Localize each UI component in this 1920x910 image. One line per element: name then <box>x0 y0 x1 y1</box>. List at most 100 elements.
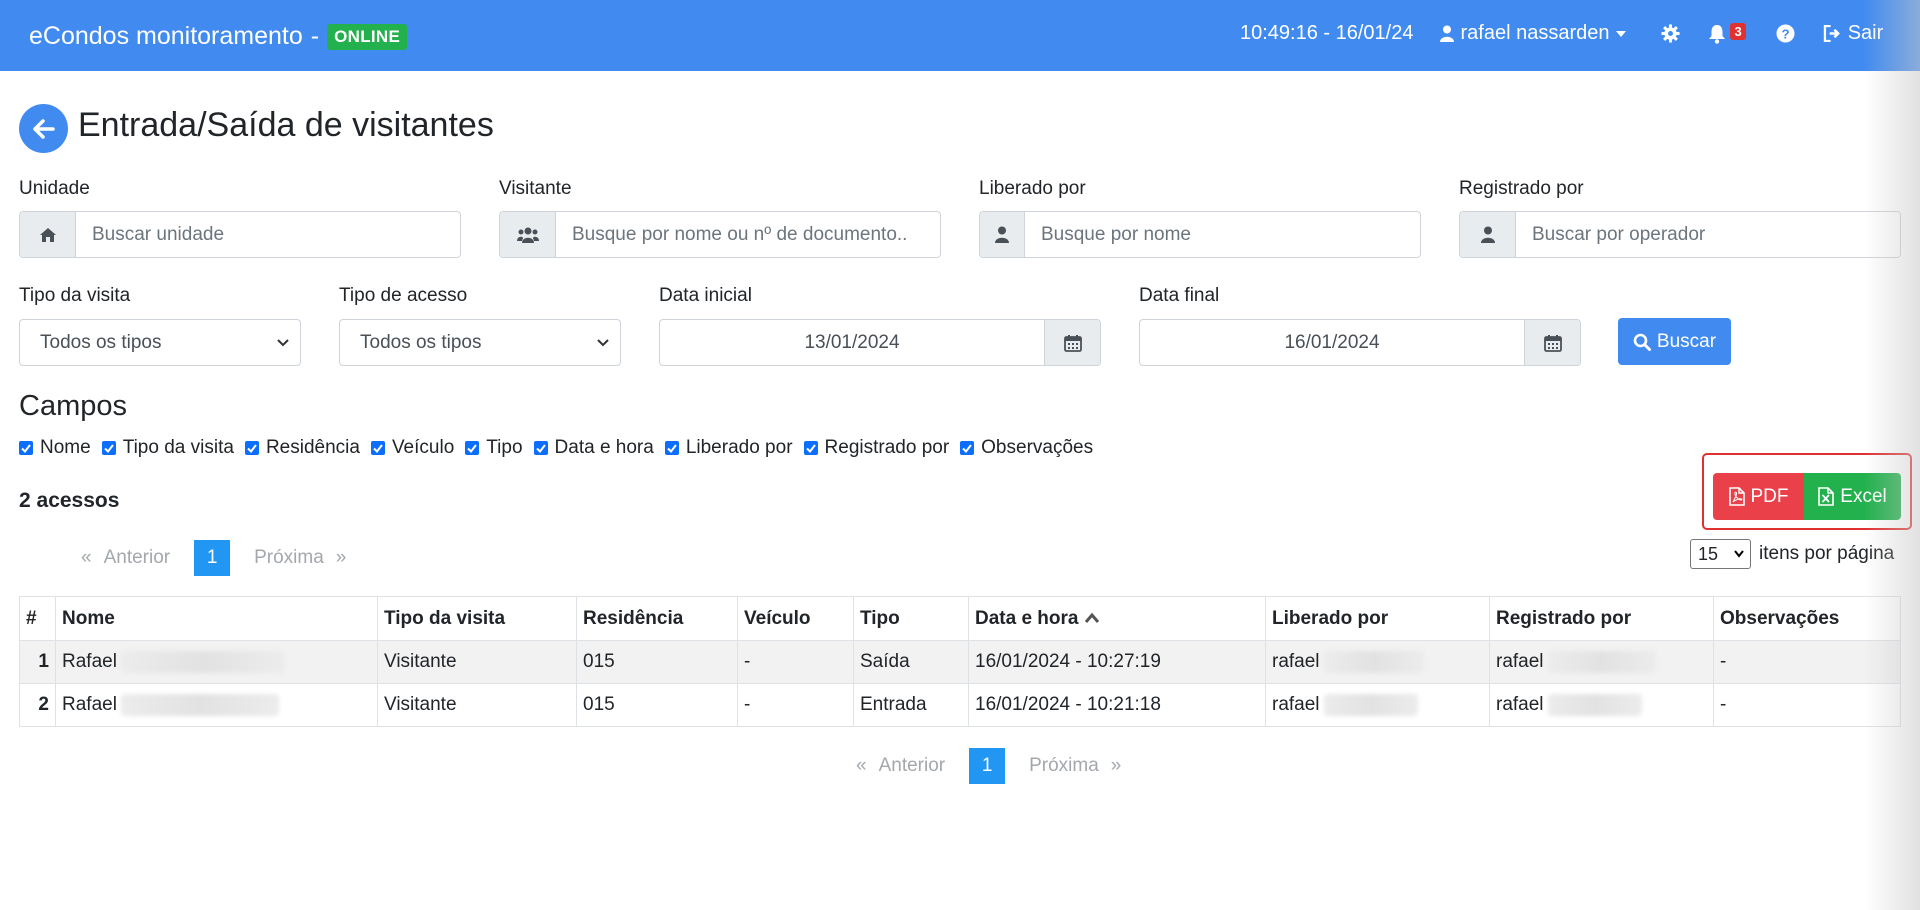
notifications-button[interactable]: 3 <box>1708 23 1746 44</box>
checkbox-checked-icon[interactable] <box>465 441 480 455</box>
data-inicial-input[interactable]: 13/01/2024 <box>660 320 1044 365</box>
registrado-input-group: Buscar por operador <box>1459 211 1901 258</box>
logout-button[interactable]: Sair <box>1823 22 1883 45</box>
col-tipo[interactable]: Tipo <box>853 596 969 641</box>
settings-button[interactable] <box>1661 24 1680 43</box>
pagination-prev[interactable]: Anterior <box>98 547 177 569</box>
checkbox-checked-icon[interactable] <box>101 441 116 455</box>
campo-checkbox[interactable]: Nome <box>19 437 91 459</box>
campo-checkbox[interactable]: Liberado por <box>664 437 793 459</box>
bell-icon <box>1709 24 1726 44</box>
col-index: # <box>19 596 56 641</box>
export-pdf-button[interactable]: PDF <box>1713 473 1804 520</box>
tipo-visita-label: Tipo da visita <box>19 285 131 306</box>
buscar-label: Buscar <box>1656 330 1717 352</box>
tipo-visita-select[interactable]: Todos os tipos <box>19 319 301 366</box>
pagination-top: « Anterior 1 Próxima » <box>75 540 352 576</box>
brand-separator: - <box>310 22 320 50</box>
export-excel-button[interactable]: Excel <box>1804 473 1901 520</box>
campo-checkbox-label: Residência <box>265 437 360 458</box>
checkbox-checked-icon[interactable] <box>370 441 385 455</box>
question-icon: ? <box>1776 24 1795 43</box>
buscar-button[interactable]: Buscar <box>1618 318 1731 365</box>
redacted-text <box>120 650 285 673</box>
liberado-input-group: Busque por nome <box>979 211 1421 258</box>
checkbox-checked-icon[interactable] <box>803 441 818 455</box>
calendar-icon[interactable] <box>1524 320 1580 365</box>
items-per-page-value: 15 <box>1698 543 1719 564</box>
row-veiculo: - <box>737 683 854 727</box>
checkbox-checked-icon[interactable] <box>960 441 975 455</box>
row-veiculo: - <box>737 640 854 684</box>
row-index: 1 <box>19 640 56 684</box>
tipo-acesso-select[interactable]: Todos os tipos <box>339 319 621 366</box>
pagination-prev-arrow[interactable]: « <box>75 547 98 569</box>
liberado-label: Liberado por <box>979 178 1086 199</box>
back-button[interactable] <box>19 104 68 153</box>
excel-label: Excel <box>1840 485 1887 507</box>
registrado-search-input[interactable]: Buscar por operador <box>1516 212 1900 257</box>
table-header-row: # Nome Tipo da visita Residência Veículo… <box>19 596 1901 641</box>
caret-down-icon <box>1616 30 1627 37</box>
checkbox-checked-icon[interactable] <box>533 441 548 455</box>
arrow-left-icon <box>32 118 55 139</box>
pagination-current-page[interactable]: 1 <box>969 748 1006 784</box>
tipo-visita-value: Todos os tipos <box>40 331 162 353</box>
checkbox-checked-icon[interactable] <box>19 441 33 455</box>
campo-checkbox-label: Registrado por <box>824 437 950 458</box>
col-observacoes[interactable]: Observações <box>1713 596 1901 641</box>
campo-checkbox[interactable]: Tipo <box>465 437 523 459</box>
unidade-search-input[interactable]: Buscar unidade <box>76 212 460 257</box>
page-title: Entrada/Saída de visitantes <box>78 106 494 144</box>
campo-checkbox[interactable]: Registrado por <box>803 437 950 459</box>
row-residencia: 015 <box>576 683 738 727</box>
redacted-text <box>1547 693 1642 716</box>
data-final-input[interactable]: 16/01/2024 <box>1140 320 1524 365</box>
pagination-next-arrow[interactable]: » <box>1105 755 1128 777</box>
row-index: 2 <box>19 683 56 727</box>
data-final-input-group: 16/01/2024 <box>1139 319 1581 366</box>
campo-checkbox[interactable]: Observações <box>960 437 1093 459</box>
pagination-prev[interactable]: Anterior <box>873 755 952 777</box>
col-residencia[interactable]: Residência <box>576 596 738 641</box>
checkbox-checked-icon[interactable] <box>244 441 259 455</box>
pagination-next-arrow[interactable]: » <box>330 547 353 569</box>
user-menu[interactable]: rafael nassarden <box>1440 22 1627 45</box>
campo-checkbox-label: Data e hora <box>554 437 654 458</box>
brand-name: eCondos monitoramento <box>29 22 303 50</box>
campo-checkbox[interactable]: Residência <box>244 437 360 459</box>
row-nome: Rafael <box>55 683 378 727</box>
pagination-bottom: « Anterior 1 Próxima » <box>850 748 1127 784</box>
online-status-badge: ONLINE <box>327 23 408 50</box>
campo-checkbox[interactable]: Veículo <box>370 437 454 459</box>
col-registrado[interactable]: Registrado por <box>1489 596 1714 641</box>
calendar-icon[interactable] <box>1044 320 1100 365</box>
checkbox-checked-icon[interactable] <box>664 441 679 455</box>
campo-checkbox[interactable]: Data e hora <box>533 437 654 459</box>
campo-checkbox[interactable]: Tipo da visita <box>101 437 234 459</box>
items-per-page-select[interactable]: 15 <box>1690 539 1751 569</box>
col-veiculo[interactable]: Veículo <box>737 596 854 641</box>
row-residencia: 015 <box>576 640 738 684</box>
table-row[interactable]: 1 Rafael Visitante 015 - Saída 16/01/202… <box>19 640 1901 684</box>
help-button[interactable]: ? <box>1776 24 1795 43</box>
col-liberado[interactable]: Liberado por <box>1265 596 1490 641</box>
registrado-label: Registrado por <box>1459 178 1584 199</box>
chevron-down-icon <box>1734 550 1744 558</box>
pagination-current-page[interactable]: 1 <box>194 540 231 576</box>
table-row[interactable]: 2 Rafael Visitante 015 - Entrada 16/01/2… <box>19 683 1901 727</box>
row-tipo: Saída <box>853 640 969 684</box>
brand[interactable]: eCondos monitoramento - ONLINE <box>29 22 408 51</box>
col-data-hora[interactable]: Data e hora <box>968 596 1266 641</box>
liberado-search-input[interactable]: Busque por nome <box>1025 212 1420 257</box>
col-tipo-visita[interactable]: Tipo da visita <box>377 596 577 641</box>
visitante-search-input[interactable]: Busque por nome ou nº de documento.. <box>556 212 940 257</box>
pagination-next[interactable]: Próxima <box>248 547 330 569</box>
row-data-hora: 16/01/2024 - 10:27:19 <box>968 640 1266 684</box>
pagination-next[interactable]: Próxima <box>1023 755 1105 777</box>
data-inicial-input-group: 13/01/2024 <box>659 319 1101 366</box>
pagination-prev-arrow[interactable]: « <box>850 755 873 777</box>
row-registrado: rafael <box>1489 640 1714 684</box>
col-nome[interactable]: Nome <box>55 596 378 641</box>
campo-checkbox-label: Nome <box>40 437 91 458</box>
